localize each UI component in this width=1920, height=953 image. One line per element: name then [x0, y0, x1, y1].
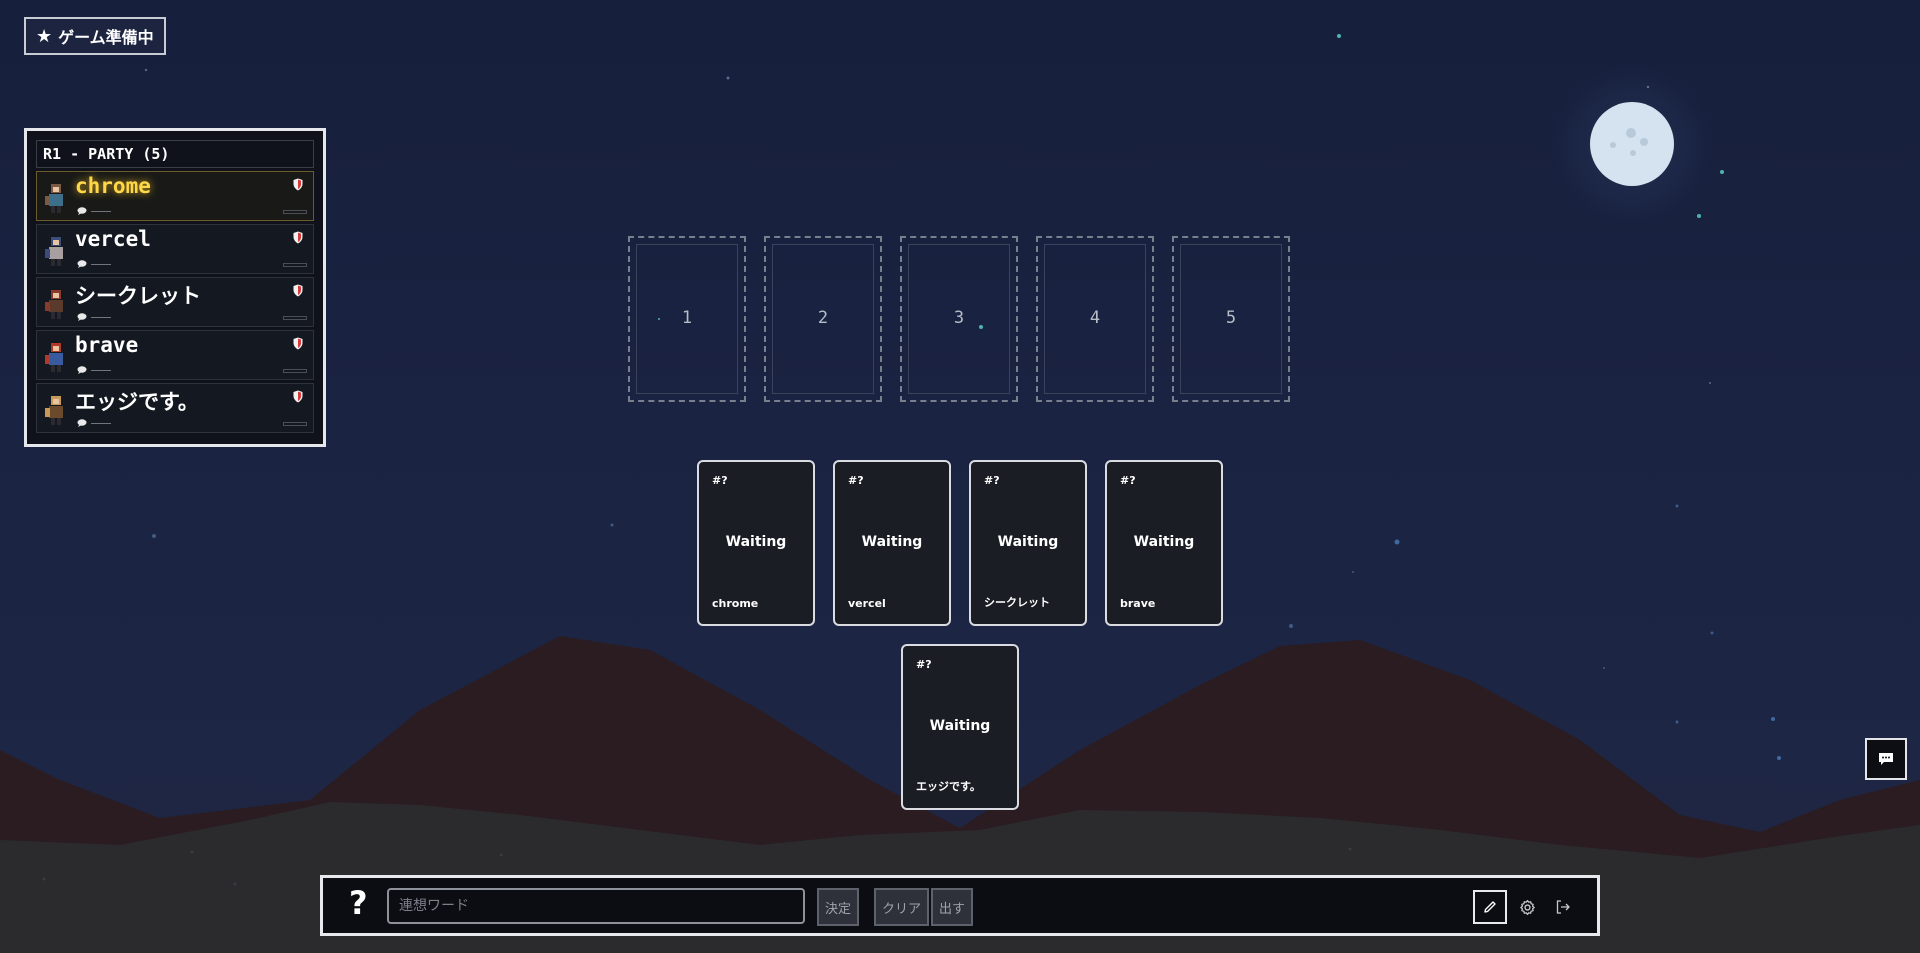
card-slot[interactable]: 4 [1036, 236, 1154, 402]
party-member-row[interactable]: エッジです。 [36, 383, 314, 433]
card-status: Waiting [929, 718, 991, 734]
shield-icon [293, 231, 303, 244]
hint-placeholder-line [91, 264, 111, 265]
card-status: Waiting [861, 534, 923, 550]
clear-button[interactable]: クリア [874, 888, 930, 926]
speech-bubble-icon [77, 260, 87, 268]
submit-button[interactable]: 出す [931, 888, 974, 926]
gear-icon [1519, 899, 1535, 915]
help-button[interactable]: ? [349, 884, 368, 922]
shield-icon [293, 178, 303, 191]
card-number: #? [916, 658, 932, 671]
card-status: Waiting [997, 534, 1059, 550]
speech-bubble-icon [77, 419, 87, 427]
player-name: vercel [75, 227, 151, 251]
card-owner: シークレット [984, 596, 1050, 609]
status-bar [283, 263, 307, 267]
party-member-row[interactable]: chrome [36, 171, 314, 221]
card-status: Waiting [1133, 534, 1195, 550]
card-number: #? [712, 474, 728, 487]
decide-button[interactable]: 決定 [817, 888, 860, 926]
hint-placeholder-line [91, 211, 111, 212]
bottom-toolbar: ? 決定 クリア 出す [320, 875, 1600, 936]
card-owner: brave [1120, 597, 1156, 610]
chat-icon [1879, 753, 1893, 765]
shield-icon [293, 284, 303, 297]
card-number: #? [1120, 474, 1136, 487]
card-slot[interactable]: 3 [900, 236, 1018, 402]
game-status-badge: ★ ゲーム準備中 [24, 17, 166, 55]
shield-icon [293, 390, 303, 403]
player-avatar [45, 343, 63, 372]
settings-button[interactable] [1510, 890, 1544, 924]
party-member-row[interactable]: シークレット [36, 277, 314, 327]
speech-bubble-icon [77, 313, 87, 321]
hint-placeholder-line [91, 317, 111, 318]
player-name: chrome [75, 174, 151, 198]
card-status: Waiting [725, 534, 787, 550]
card-number: #? [984, 474, 1000, 487]
card-slot[interactable]: 2 [764, 236, 882, 402]
status-bar [283, 316, 307, 320]
player-avatar [45, 184, 63, 213]
slot-number: 1 [681, 308, 693, 328]
shield-icon [293, 337, 303, 350]
card-slot[interactable]: 1 [628, 236, 746, 402]
status-bar [283, 369, 307, 373]
party-panel: R1 - PARTY (5) chrome vercel シークレット brav… [24, 128, 326, 447]
player-card[interactable]: #? Waiting シークレット [969, 460, 1087, 626]
logout-icon [1556, 900, 1570, 914]
slot-number: 2 [817, 308, 829, 328]
pencil-button[interactable] [1473, 890, 1507, 924]
game-status-label: ゲーム準備中 [58, 28, 154, 47]
star-icon: ★ [36, 25, 53, 47]
speech-bubble-icon [77, 366, 87, 374]
slot-number: 4 [1089, 308, 1101, 328]
player-card[interactable]: #? Waiting chrome [697, 460, 815, 626]
party-header: R1 - PARTY (5) [36, 140, 314, 168]
card-owner: chrome [712, 597, 759, 610]
player-avatar [45, 237, 63, 266]
chat-button[interactable] [1865, 738, 1907, 780]
player-card[interactable]: #? Waiting brave [1105, 460, 1223, 626]
association-word-input[interactable] [387, 888, 805, 924]
player-card[interactable]: #? Waiting エッジです。 [901, 644, 1019, 810]
hint-placeholder-line [91, 370, 111, 371]
slot-number: 3 [953, 308, 965, 328]
status-bar [283, 422, 307, 426]
player-avatar [45, 290, 63, 319]
player-name: brave [75, 333, 139, 357]
status-bar [283, 210, 307, 214]
player-name: シークレット [75, 284, 201, 308]
party-member-row[interactable]: brave [36, 330, 314, 380]
pencil-icon [1484, 901, 1496, 913]
card-slot[interactable]: 5 [1172, 236, 1290, 402]
player-card[interactable]: #? Waiting vercel [833, 460, 951, 626]
logout-button[interactable] [1546, 890, 1580, 924]
card-owner: vercel [848, 597, 886, 610]
player-avatar [45, 396, 63, 425]
party-member-row[interactable]: vercel [36, 224, 314, 274]
hint-placeholder-line [91, 423, 111, 424]
moon [1590, 102, 1674, 186]
player-name: エッジです。 [75, 390, 199, 414]
card-number: #? [848, 474, 864, 487]
speech-bubble-icon [77, 207, 87, 215]
card-owner: エッジです。 [916, 780, 981, 793]
slot-number: 5 [1225, 308, 1237, 328]
